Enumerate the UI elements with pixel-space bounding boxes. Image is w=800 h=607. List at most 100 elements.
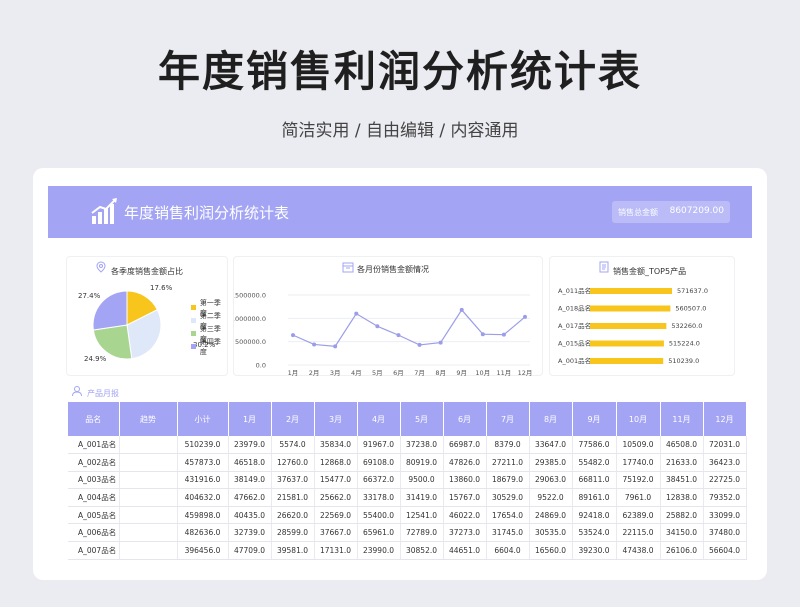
y-tick-label: 1000000.0 <box>234 315 266 323</box>
table-cell: 37637.0 <box>271 471 315 490</box>
table-cell: 22569.0 <box>314 506 358 525</box>
product-name-cell: A_005品名 <box>68 506 120 525</box>
table-cell: 24869.0 <box>529 506 573 525</box>
table-row: A_003品名 431916.0 38149.0 37637.0 15477.0 6637… <box>68 471 747 490</box>
bar-category-label: A_018品名 <box>558 304 591 313</box>
table-cell: 66372.0 <box>357 471 401 490</box>
bar-value-label: 560507.0 <box>675 305 706 313</box>
product-table-wrap: 品名 趋势 小计 1月 2月 3月 4月 5月 6月 7月 8月 9月 10月 11月 12月 A_001品… <box>68 402 747 560</box>
legend-item-q4: 第四季度 <box>191 338 227 356</box>
x-tick-label: 2月 <box>309 369 320 377</box>
column-header: 品名 <box>68 402 120 436</box>
table-cell: 47709.0 <box>228 541 272 560</box>
product-name-cell: A_007品名 <box>68 541 120 560</box>
bar-rect <box>590 288 672 294</box>
table-cell <box>119 436 178 455</box>
x-tick-label: 8月 <box>435 369 446 377</box>
table-cell: 22725.0 <box>703 471 747 490</box>
table-cell: 25662.0 <box>314 488 358 507</box>
total-sales-value: 8607209.00 <box>669 206 724 216</box>
bar-category-label: A_015品名 <box>558 339 591 348</box>
table-cell: 47826.0 <box>443 453 487 472</box>
line-point <box>501 332 506 337</box>
monthly-line-chart: 0.0 500000.0 1000000.0 1500000.0 1月 2月 3月 4月 5月 6… <box>234 292 532 378</box>
x-tick-label: 4月 <box>351 369 362 377</box>
table-cell: 55400.0 <box>357 506 401 525</box>
table-cell: 12838.0 <box>660 488 704 507</box>
chart-growth-icon <box>91 198 117 224</box>
table-cell: 62389.0 <box>616 506 661 525</box>
column-header: 小计 <box>177 402 229 436</box>
table-cell: 17740.0 <box>616 453 661 472</box>
pie-label-q3: 24.9% <box>84 355 107 363</box>
table-cell: 47438.0 <box>616 541 661 560</box>
table-row: A_001品名 510239.0 23979.0 5574.0 35834.0 91967… <box>68 436 747 455</box>
table-cell: 40435.0 <box>228 506 272 525</box>
product-report-title: 产品月报 <box>87 389 119 398</box>
table-cell: 29063.0 <box>529 471 573 490</box>
table-cell: 21581.0 <box>271 488 315 507</box>
x-tick-label: 7月 <box>414 369 425 377</box>
table-cell: 27211.0 <box>486 453 530 472</box>
table-cell: 37238.0 <box>400 436 444 455</box>
table-cell: 6604.0 <box>486 541 530 560</box>
table-cell: 56604.0 <box>703 541 747 560</box>
column-header: 11月 <box>660 402 704 436</box>
line-point <box>396 333 401 338</box>
line-point <box>375 324 380 329</box>
column-header: 3月 <box>314 402 358 436</box>
page-title: 年度销售利润分析统计表 <box>157 47 642 96</box>
table-cell: 16560.0 <box>529 541 573 560</box>
table-cell: 12541.0 <box>400 506 444 525</box>
line-point <box>523 314 527 319</box>
table-cell: 66811.0 <box>572 471 617 490</box>
page-subtitle: 简洁实用 / 自由编辑 / 内容通用 <box>281 121 519 141</box>
table-cell <box>119 506 178 525</box>
table-cell: 26620.0 <box>271 506 315 525</box>
pie-label-q4: 27.4% <box>78 292 101 300</box>
table-cell: 77586.0 <box>572 436 617 455</box>
table-cell: 89161.0 <box>572 488 617 507</box>
product-name-cell: A_006品名 <box>68 523 120 543</box>
y-tick-label: 1500000.0 <box>234 292 266 300</box>
pie-legend: 第一季度 第二季度 第三季度 第四季度 <box>191 299 227 356</box>
y-tick-label: 500000.0 <box>235 338 266 346</box>
table-cell: 28599.0 <box>271 523 315 543</box>
bar-rect <box>590 358 664 364</box>
table-cell: 457873.0 <box>177 453 229 472</box>
table-cell: 53524.0 <box>572 523 617 543</box>
table-cell: 91967.0 <box>357 436 401 455</box>
table-cell: 44651.0 <box>443 541 487 560</box>
total-sales-label: 销售总金额 <box>618 208 658 217</box>
table-cell: 37480.0 <box>703 523 747 543</box>
line-point <box>438 340 443 345</box>
column-header: 12月 <box>703 402 747 436</box>
table-cell <box>119 488 178 507</box>
table-cell: 39581.0 <box>271 541 315 560</box>
x-tick-label: 1月 <box>288 369 299 377</box>
table-cell: 396456.0 <box>177 541 229 560</box>
table-row: A_002品名 457873.0 46518.0 12760.0 12868.0 6910… <box>68 453 747 472</box>
column-header: 2月 <box>271 402 315 436</box>
table-cell: 21633.0 <box>660 453 704 472</box>
table-cell: 12868.0 <box>314 453 358 472</box>
y-tick-label: 0.0 <box>256 362 266 370</box>
x-tick-label: 6月 <box>393 369 404 377</box>
line-point <box>417 342 422 347</box>
bar-value-label: 510239.0 <box>668 357 699 365</box>
table-cell: 22115.0 <box>616 523 661 543</box>
table-cell: 69108.0 <box>357 453 401 472</box>
line-point <box>354 311 359 316</box>
table-cell: 30529.0 <box>486 488 530 507</box>
x-tick-label: 5月 <box>372 369 383 377</box>
header-title: 年度销售利润分析统计表 <box>124 204 290 222</box>
table-cell: 13860.0 <box>443 471 487 490</box>
product-name-cell: A_003品名 <box>68 471 120 490</box>
line-point <box>480 332 485 337</box>
table-cell: 9500.0 <box>400 471 444 490</box>
table-cell: 15767.0 <box>443 488 487 507</box>
line-point <box>291 333 295 338</box>
x-tick-label: 9月 <box>456 369 467 377</box>
table-cell: 47662.0 <box>228 488 272 507</box>
column-header: 6月 <box>443 402 487 436</box>
